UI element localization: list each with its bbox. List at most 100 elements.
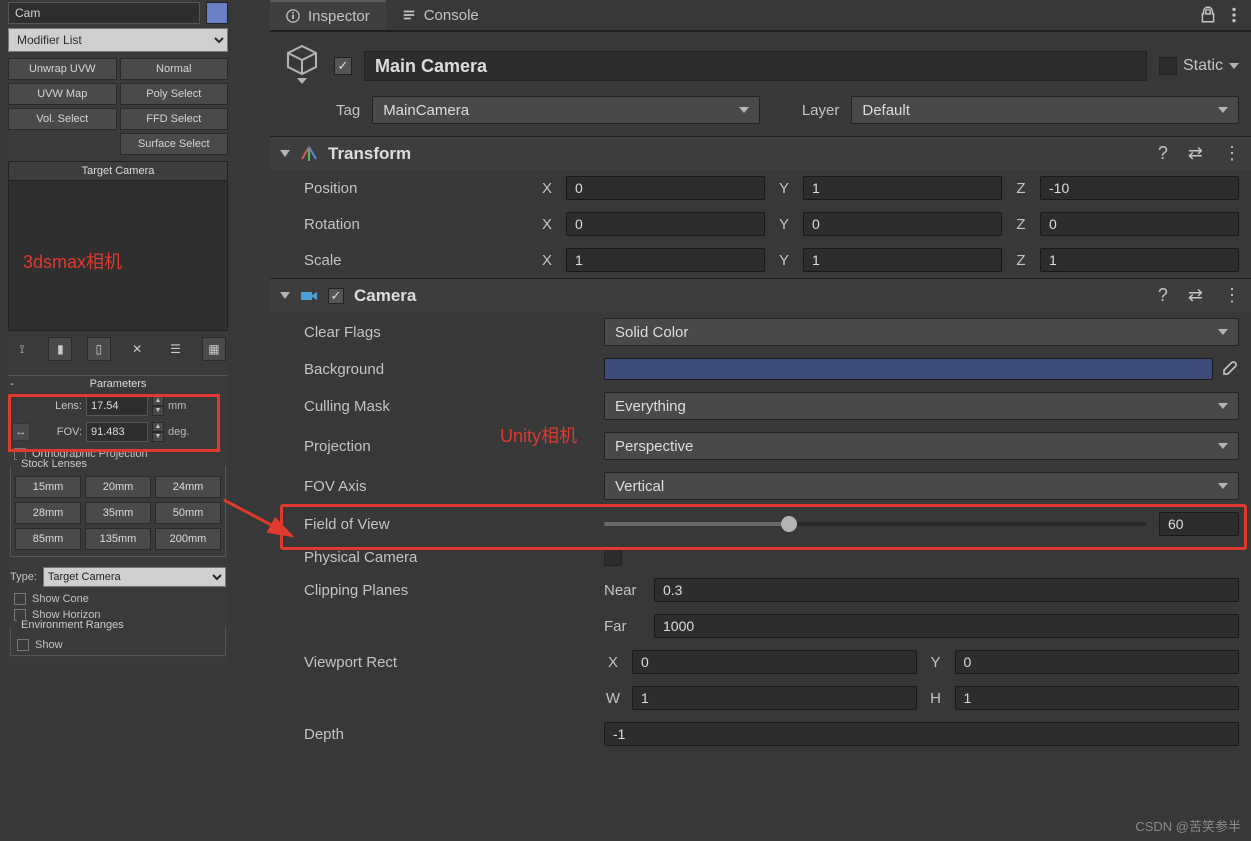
parameters-rollout-header[interactable]: -Parameters [8, 378, 228, 390]
tag-dropdown[interactable]: MainCamera [372, 96, 760, 124]
gameobject-name-input[interactable] [364, 51, 1147, 81]
camera-component: Camera ? ⇄ ⋮ Clear Flags Solid Color Bac… [270, 278, 1251, 752]
far-input[interactable] [654, 614, 1239, 638]
scale-x-input[interactable] [566, 248, 765, 272]
background-color-field[interactable] [604, 358, 1213, 380]
modifier-ffdselect-button[interactable]: FFD Select [120, 108, 229, 130]
console-icon [402, 8, 416, 22]
clear-flags-dropdown[interactable]: Solid Color [604, 318, 1239, 346]
modifier-sets-icon[interactable]: ▦ [202, 337, 226, 361]
camera-type-dropdown[interactable]: Target Camera [43, 567, 226, 587]
fov-slider[interactable] [604, 522, 1147, 526]
lens-135mm-button[interactable]: 135mm [85, 528, 151, 550]
lens-50mm-button[interactable]: 50mm [155, 502, 221, 524]
scale-z-input[interactable] [1040, 248, 1239, 272]
lens-input[interactable] [86, 396, 148, 416]
scale-label: Scale [304, 252, 538, 269]
viewport-w-input[interactable] [632, 686, 917, 710]
environment-ranges-group: Environment Ranges Show [10, 627, 226, 656]
preset-icon[interactable]: ⇄ [1188, 285, 1203, 306]
layer-dropdown[interactable]: Default [851, 96, 1239, 124]
viewport-y-input[interactable] [955, 650, 1240, 674]
lens-24mm-button[interactable]: 24mm [155, 476, 221, 498]
culling-mask-dropdown[interactable]: Everything [604, 392, 1239, 420]
modifier-stack[interactable]: Target Camera 3dsmax相机 [8, 161, 228, 331]
camera-enabled-checkbox[interactable] [328, 288, 344, 304]
help-icon[interactable]: ? [1158, 143, 1168, 164]
transform-icon [300, 145, 318, 163]
camera-name-input[interactable] [8, 2, 200, 24]
fov-direction-button[interactable]: ↔ [12, 423, 30, 441]
layer-label: Layer [802, 102, 840, 119]
modifier-polyselect-button[interactable]: Poly Select [120, 83, 229, 105]
fov-spinner[interactable]: ▲▼ [152, 422, 164, 442]
rotation-x-input[interactable] [566, 212, 765, 236]
far-label: Far [604, 618, 654, 635]
fov-axis-dropdown[interactable]: Vertical [604, 472, 1239, 500]
static-dropdown-caret[interactable] [1229, 63, 1239, 69]
lens-35mm-button[interactable]: 35mm [85, 502, 151, 524]
component-menu-icon[interactable]: ⋮ [1223, 285, 1241, 306]
configure-sets-icon[interactable]: ☰ [164, 337, 188, 361]
lens-28mm-button[interactable]: 28mm [15, 502, 81, 524]
eyedropper-icon[interactable] [1219, 359, 1239, 379]
camera-header[interactable]: Camera ? ⇄ ⋮ [270, 279, 1251, 312]
tab-inspector[interactable]: Inspector [270, 0, 386, 30]
remove-modifier-icon[interactable]: ✕ [125, 337, 149, 361]
physical-camera-checkbox[interactable] [604, 548, 622, 566]
collapse-caret-icon [280, 292, 290, 299]
viewport-h-input[interactable] [955, 686, 1240, 710]
viewport-rect-label: Viewport Rect [304, 654, 604, 671]
modifier-list-dropdown[interactable]: Modifier List [8, 28, 228, 52]
show-cone-checkbox[interactable] [14, 593, 26, 605]
lens-200mm-button[interactable]: 200mm [155, 528, 221, 550]
lock-icon[interactable] [1199, 6, 1217, 24]
modifier-volselect-button[interactable]: Vol. Select [8, 108, 117, 130]
fov-label: FOV: [34, 426, 82, 438]
object-color-swatch[interactable] [206, 2, 228, 24]
near-input[interactable] [654, 578, 1239, 602]
env-show-checkbox[interactable] [17, 639, 29, 651]
projection-dropdown[interactable]: Perspective [604, 432, 1239, 460]
viewport-x-input[interactable] [632, 650, 917, 674]
stock-lenses-group: Stock Lenses 15mm 20mm 24mm 28mm 35mm 50… [10, 466, 226, 557]
watermark: CSDN @苦笑参半 [1135, 816, 1241, 835]
position-z-input[interactable] [1040, 176, 1239, 200]
gameobject-active-checkbox[interactable] [334, 57, 352, 75]
field-of-view-label: Field of View [304, 516, 604, 533]
rotation-label: Rotation [304, 216, 538, 233]
pin-stack-icon[interactable]: ⟟ [10, 337, 34, 361]
transform-header[interactable]: Transform ? ⇄ ⋮ [270, 137, 1251, 170]
static-checkbox[interactable] [1159, 57, 1177, 75]
modifier-surfaceselect-button[interactable]: Surface Select [120, 133, 229, 155]
tag-label: Tag [336, 102, 360, 119]
rotation-y-input[interactable] [803, 212, 1002, 236]
stack-item-target-camera[interactable]: Target Camera [9, 162, 227, 181]
gameobject-icon[interactable] [282, 44, 322, 88]
show-end-result-icon[interactable]: ▮ [48, 337, 72, 361]
help-icon[interactable]: ? [1158, 285, 1168, 306]
preset-icon[interactable]: ⇄ [1188, 143, 1203, 164]
scale-y-input[interactable] [803, 248, 1002, 272]
tab-console[interactable]: Console [386, 0, 495, 30]
near-label: Near [604, 582, 654, 599]
modifier-normal-button[interactable]: Normal [120, 58, 229, 80]
lens-15mm-button[interactable]: 15mm [15, 476, 81, 498]
component-menu-icon[interactable]: ⋮ [1223, 143, 1241, 164]
modifier-uvwmap-button[interactable]: UVW Map [8, 83, 117, 105]
menu-dots-icon[interactable] [1225, 6, 1243, 24]
fov-input[interactable] [86, 422, 148, 442]
make-unique-icon[interactable]: ▯ [87, 337, 111, 361]
collapse-caret-icon [280, 150, 290, 157]
position-y-input[interactable] [803, 176, 1002, 200]
fov-value-input[interactable] [1159, 512, 1239, 536]
depth-input[interactable] [604, 722, 1239, 746]
rotation-z-input[interactable] [1040, 212, 1239, 236]
lens-85mm-button[interactable]: 85mm [15, 528, 81, 550]
lens-20mm-button[interactable]: 20mm [85, 476, 151, 498]
modifier-unwrap-button[interactable]: Unwrap UVW [8, 58, 117, 80]
lens-spinner[interactable]: ▲▼ [152, 396, 164, 416]
annotation-3dsmax: 3dsmax相机 [23, 248, 122, 274]
position-x-input[interactable] [566, 176, 765, 200]
camera-icon [300, 287, 318, 305]
